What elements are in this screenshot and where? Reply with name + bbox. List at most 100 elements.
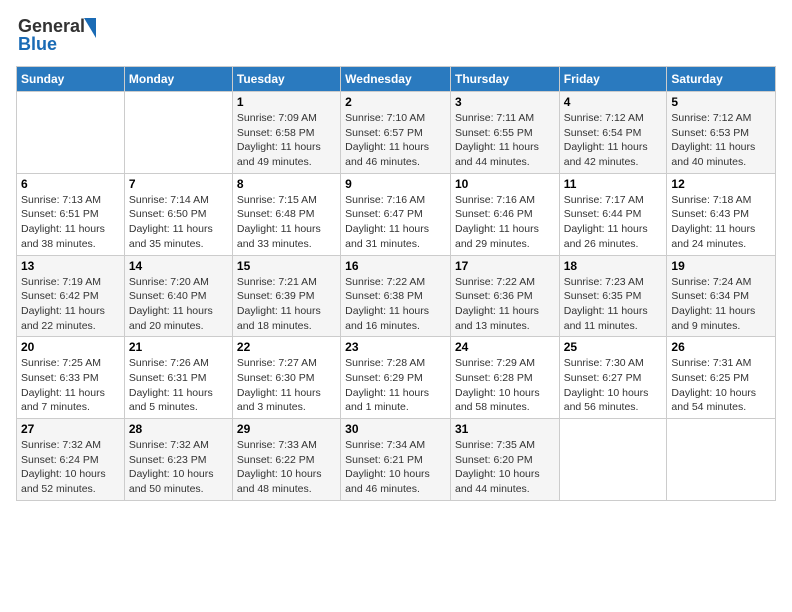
week-row-4: 20 Sunrise: 7:25 AM Sunset: 6:33 PM Dayli… bbox=[17, 337, 776, 419]
day-info: Sunrise: 7:32 AM Sunset: 6:23 PM Dayligh… bbox=[129, 438, 228, 497]
calendar-cell: 30 Sunrise: 7:34 AM Sunset: 6:21 PM Dayli… bbox=[341, 419, 451, 501]
day-info: Sunrise: 7:20 AM Sunset: 6:40 PM Dayligh… bbox=[129, 275, 228, 334]
page: General Blue SundayMondayTuesdayWednesda… bbox=[0, 0, 792, 511]
day-number: 29 bbox=[237, 422, 336, 436]
day-info: Sunrise: 7:26 AM Sunset: 6:31 PM Dayligh… bbox=[129, 356, 228, 415]
day-info: Sunrise: 7:16 AM Sunset: 6:47 PM Dayligh… bbox=[345, 193, 446, 252]
calendar-cell: 8 Sunrise: 7:15 AM Sunset: 6:48 PM Daylig… bbox=[232, 173, 340, 255]
day-number: 11 bbox=[564, 177, 663, 191]
logo: General Blue bbox=[16, 10, 106, 60]
day-number: 23 bbox=[345, 340, 446, 354]
day-info: Sunrise: 7:13 AM Sunset: 6:51 PM Dayligh… bbox=[21, 193, 120, 252]
calendar-cell: 13 Sunrise: 7:19 AM Sunset: 6:42 PM Dayli… bbox=[17, 255, 125, 337]
calendar-cell: 4Sunrise: 7:12 AM Sunset: 6:54 PM Daylig… bbox=[559, 92, 667, 174]
day-header-thursday: Thursday bbox=[450, 67, 559, 92]
day-info: Sunrise: 7:22 AM Sunset: 6:36 PM Dayligh… bbox=[455, 275, 555, 334]
day-number: 31 bbox=[455, 422, 555, 436]
calendar-cell: 26Sunrise: 7:31 AM Sunset: 6:25 PM Dayli… bbox=[667, 337, 776, 419]
day-info: Sunrise: 7:21 AM Sunset: 6:39 PM Dayligh… bbox=[237, 275, 336, 334]
day-number: 25 bbox=[564, 340, 663, 354]
day-number: 15 bbox=[237, 259, 336, 273]
svg-text:Blue: Blue bbox=[18, 34, 57, 54]
day-info: Sunrise: 7:12 AM Sunset: 6:53 PM Dayligh… bbox=[671, 111, 771, 170]
calendar-cell: 3 Sunrise: 7:11 AM Sunset: 6:55 PM Daylig… bbox=[450, 92, 559, 174]
day-number: 26 bbox=[671, 340, 771, 354]
calendar-cell: 20 Sunrise: 7:25 AM Sunset: 6:33 PM Dayli… bbox=[17, 337, 125, 419]
day-number: 6 bbox=[21, 177, 120, 191]
week-row-5: 27Sunrise: 7:32 AM Sunset: 6:24 PM Dayli… bbox=[17, 419, 776, 501]
calendar-cell: 22 Sunrise: 7:27 AM Sunset: 6:30 PM Dayli… bbox=[232, 337, 340, 419]
calendar-cell: 27Sunrise: 7:32 AM Sunset: 6:24 PM Dayli… bbox=[17, 419, 125, 501]
calendar: SundayMondayTuesdayWednesdayThursdayFrid… bbox=[16, 66, 776, 501]
day-info: Sunrise: 7:28 AM Sunset: 6:29 PM Dayligh… bbox=[345, 356, 446, 415]
day-number: 5 bbox=[671, 95, 771, 109]
day-info: Sunrise: 7:15 AM Sunset: 6:48 PM Dayligh… bbox=[237, 193, 336, 252]
day-info: Sunrise: 7:30 AM Sunset: 6:27 PM Dayligh… bbox=[564, 356, 663, 415]
calendar-cell: 14 Sunrise: 7:20 AM Sunset: 6:40 PM Dayli… bbox=[124, 255, 232, 337]
day-header-sunday: Sunday bbox=[17, 67, 125, 92]
day-info: Sunrise: 7:23 AM Sunset: 6:35 PM Dayligh… bbox=[564, 275, 663, 334]
day-info: Sunrise: 7:19 AM Sunset: 6:42 PM Dayligh… bbox=[21, 275, 120, 334]
day-info: Sunrise: 7:29 AM Sunset: 6:28 PM Dayligh… bbox=[455, 356, 555, 415]
calendar-cell: 24 Sunrise: 7:29 AM Sunset: 6:28 PM Dayli… bbox=[450, 337, 559, 419]
calendar-cell: 5 Sunrise: 7:12 AM Sunset: 6:53 PM Daylig… bbox=[667, 92, 776, 174]
day-header-monday: Monday bbox=[124, 67, 232, 92]
day-number: 24 bbox=[455, 340, 555, 354]
day-info: Sunrise: 7:22 AM Sunset: 6:38 PM Dayligh… bbox=[345, 275, 446, 334]
calendar-cell: 31Sunrise: 7:35 AM Sunset: 6:20 PM Dayli… bbox=[450, 419, 559, 501]
calendar-cell: 29 Sunrise: 7:33 AM Sunset: 6:22 PM Dayli… bbox=[232, 419, 340, 501]
calendar-cell bbox=[124, 92, 232, 174]
calendar-cell: 18Sunrise: 7:23 AM Sunset: 6:35 PM Dayli… bbox=[559, 255, 667, 337]
calendar-cell: 7Sunrise: 7:14 AM Sunset: 6:50 PM Daylig… bbox=[124, 173, 232, 255]
week-row-1: 1 Sunrise: 7:09 AM Sunset: 6:58 PM Daylig… bbox=[17, 92, 776, 174]
day-number: 13 bbox=[21, 259, 120, 273]
day-number: 2 bbox=[345, 95, 446, 109]
day-header-friday: Friday bbox=[559, 67, 667, 92]
week-row-2: 6 Sunrise: 7:13 AM Sunset: 6:51 PM Daylig… bbox=[17, 173, 776, 255]
calendar-cell: 17 Sunrise: 7:22 AM Sunset: 6:36 PM Dayli… bbox=[450, 255, 559, 337]
day-number: 20 bbox=[21, 340, 120, 354]
day-info: Sunrise: 7:18 AM Sunset: 6:43 PM Dayligh… bbox=[671, 193, 771, 252]
svg-text:General: General bbox=[18, 16, 85, 36]
calendar-cell: 2Sunrise: 7:10 AM Sunset: 6:57 PM Daylig… bbox=[341, 92, 451, 174]
day-number: 30 bbox=[345, 422, 446, 436]
calendar-cell bbox=[17, 92, 125, 174]
day-number: 7 bbox=[129, 177, 228, 191]
day-info: Sunrise: 7:17 AM Sunset: 6:44 PM Dayligh… bbox=[564, 193, 663, 252]
calendar-cell: 21Sunrise: 7:26 AM Sunset: 6:31 PM Dayli… bbox=[124, 337, 232, 419]
day-number: 28 bbox=[129, 422, 228, 436]
day-info: Sunrise: 7:24 AM Sunset: 6:34 PM Dayligh… bbox=[671, 275, 771, 334]
day-info: Sunrise: 7:11 AM Sunset: 6:55 PM Dayligh… bbox=[455, 111, 555, 170]
day-number: 22 bbox=[237, 340, 336, 354]
day-info: Sunrise: 7:12 AM Sunset: 6:54 PM Dayligh… bbox=[564, 111, 663, 170]
day-number: 1 bbox=[237, 95, 336, 109]
calendar-header-row: SundayMondayTuesdayWednesdayThursdayFrid… bbox=[17, 67, 776, 92]
day-header-tuesday: Tuesday bbox=[232, 67, 340, 92]
calendar-cell: 15 Sunrise: 7:21 AM Sunset: 6:39 PM Dayli… bbox=[232, 255, 340, 337]
day-info: Sunrise: 7:09 AM Sunset: 6:58 PM Dayligh… bbox=[237, 111, 336, 170]
calendar-cell: 19 Sunrise: 7:24 AM Sunset: 6:34 PM Dayli… bbox=[667, 255, 776, 337]
day-info: Sunrise: 7:25 AM Sunset: 6:33 PM Dayligh… bbox=[21, 356, 120, 415]
day-number: 3 bbox=[455, 95, 555, 109]
day-number: 17 bbox=[455, 259, 555, 273]
day-number: 8 bbox=[237, 177, 336, 191]
calendar-cell: 1 Sunrise: 7:09 AM Sunset: 6:58 PM Daylig… bbox=[232, 92, 340, 174]
day-header-saturday: Saturday bbox=[667, 67, 776, 92]
day-info: Sunrise: 7:34 AM Sunset: 6:21 PM Dayligh… bbox=[345, 438, 446, 497]
day-info: Sunrise: 7:27 AM Sunset: 6:30 PM Dayligh… bbox=[237, 356, 336, 415]
day-info: Sunrise: 7:33 AM Sunset: 6:22 PM Dayligh… bbox=[237, 438, 336, 497]
day-number: 19 bbox=[671, 259, 771, 273]
calendar-cell: 16Sunrise: 7:22 AM Sunset: 6:38 PM Dayli… bbox=[341, 255, 451, 337]
calendar-cell: 11 Sunrise: 7:17 AM Sunset: 6:44 PM Dayli… bbox=[559, 173, 667, 255]
day-number: 12 bbox=[671, 177, 771, 191]
day-info: Sunrise: 7:16 AM Sunset: 6:46 PM Dayligh… bbox=[455, 193, 555, 252]
calendar-cell bbox=[559, 419, 667, 501]
calendar-cell bbox=[667, 419, 776, 501]
calendar-cell: 28 Sunrise: 7:32 AM Sunset: 6:23 PM Dayli… bbox=[124, 419, 232, 501]
day-number: 10 bbox=[455, 177, 555, 191]
week-row-3: 13 Sunrise: 7:19 AM Sunset: 6:42 PM Dayli… bbox=[17, 255, 776, 337]
day-number: 14 bbox=[129, 259, 228, 273]
day-number: 9 bbox=[345, 177, 446, 191]
calendar-cell: 12 Sunrise: 7:18 AM Sunset: 6:43 PM Dayli… bbox=[667, 173, 776, 255]
calendar-cell: 25 Sunrise: 7:30 AM Sunset: 6:27 PM Dayli… bbox=[559, 337, 667, 419]
